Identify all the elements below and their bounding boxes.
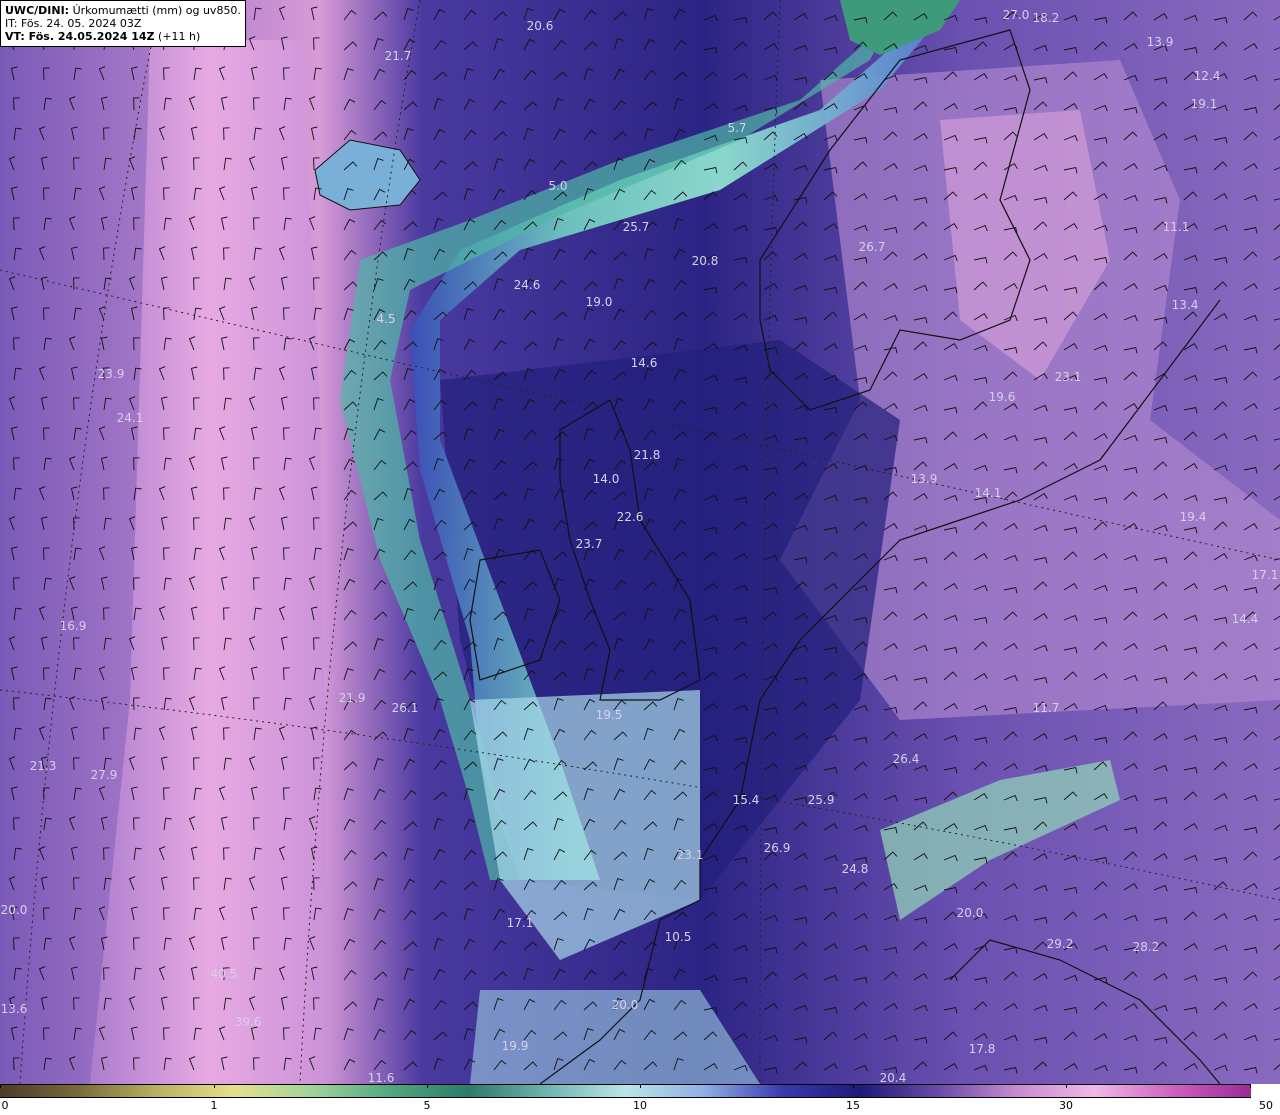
- value-label: 10.5: [665, 930, 692, 944]
- value-label: 24.1: [117, 411, 144, 425]
- value-label: 23.1: [677, 848, 704, 862]
- value-label: 5.7: [727, 121, 746, 135]
- value-label: 22.6: [617, 510, 644, 524]
- colorbar-tick-label: 30: [1059, 1099, 1073, 1112]
- vt-line: VT: Fös. 24.05.2024 14Z (+11 h): [5, 30, 241, 43]
- value-label: 21.8: [634, 448, 661, 462]
- value-label: 19.4: [1180, 510, 1207, 524]
- value-label: 24.8: [842, 862, 869, 876]
- value-label: 11.6: [368, 1071, 395, 1084]
- value-label: 20.0: [612, 998, 639, 1012]
- value-label: 14.1: [975, 486, 1002, 500]
- value-label: 14.4: [1232, 612, 1259, 626]
- map-canvas: 20.6 21.7 27.0 18.2 13.9 12.4 19.1 5.7 5.0 25.7 20…: [0, 0, 1280, 1084]
- value-label: 11.1: [1163, 220, 1190, 234]
- value-label: 20.6: [527, 19, 554, 33]
- value-label: 18.2: [1033, 11, 1060, 25]
- value-label: 20.4: [880, 1071, 907, 1084]
- value-label: 39.6: [235, 1015, 262, 1029]
- value-label: 14.0: [593, 472, 620, 486]
- value-label: 26.7: [859, 240, 886, 254]
- model-name: UWC/DINI:: [5, 4, 70, 17]
- value-label: 19.0: [586, 295, 613, 309]
- value-label: 16.9: [60, 619, 87, 633]
- value-label: 17.1: [507, 916, 534, 930]
- vt-offset: (+11 h): [154, 30, 201, 43]
- value-label: 14.6: [631, 356, 658, 370]
- title-line: UWC/DINI: Úrkomumætti (mm) og uv850.: [5, 4, 241, 17]
- value-label: 27.9: [91, 768, 118, 782]
- forecast-map: 20.6 21.7 27.0 18.2 13.9 12.4 19.1 5.7 5.0 25.7 20…: [0, 0, 1280, 1084]
- colorbar-tick-mark: [214, 1084, 215, 1088]
- value-label: 5.0: [548, 179, 567, 193]
- colorbar-tick-label: 1: [210, 1099, 218, 1112]
- value-label: 13.9: [911, 472, 938, 486]
- value-label: 20.0: [1, 903, 28, 917]
- colorbar-gradient: [0, 1084, 1251, 1098]
- value-label: 25.7: [623, 220, 650, 234]
- map-title-box: UWC/DINI: Úrkomumætti (mm) og uv850. IT:…: [0, 0, 246, 47]
- colorbar-tick-label: 0: [1, 1099, 9, 1112]
- value-label: 29.2: [1047, 937, 1074, 951]
- value-label: 26.9: [764, 841, 791, 855]
- value-label: 26.4: [893, 752, 920, 766]
- value-label: 13.9: [1147, 35, 1174, 49]
- value-label: 21.7: [385, 49, 412, 63]
- value-label: 20.8: [692, 254, 719, 268]
- value-label: 21.3: [30, 759, 57, 773]
- colorbar-tick-mark: [640, 1084, 641, 1088]
- colorbar-tick-mark: [427, 1084, 428, 1088]
- colorbar-tick-label: 10: [633, 1099, 647, 1112]
- value-label: 24.6: [514, 278, 541, 292]
- value-label: 13.4: [1172, 298, 1199, 312]
- colorbar-tick-mark: [1066, 1084, 1067, 1088]
- value-label: 4.5: [376, 312, 395, 326]
- value-label: 28.2: [1133, 940, 1160, 954]
- value-label: 20.0: [957, 906, 984, 920]
- vt-label: VT: Fös. 24.05.2024 14Z: [5, 30, 155, 43]
- colorbar-tick-label: 15: [846, 1099, 860, 1112]
- value-label: 40.5: [211, 967, 238, 981]
- value-label: 26.1: [392, 701, 419, 715]
- value-label: 21.9: [339, 691, 366, 705]
- value-label: 11.7: [1033, 701, 1060, 715]
- colorbar: 0 1 5 10 15 30 50: [0, 1084, 1280, 1115]
- value-label: 15.4: [733, 793, 760, 807]
- value-label: 17.1: [1252, 568, 1279, 582]
- value-label: 12.4: [1194, 69, 1221, 83]
- value-label: 27.0: [1003, 8, 1030, 22]
- colorbar-tick-mark: [1250, 1084, 1251, 1088]
- value-label: 13.6: [1, 1002, 28, 1016]
- colorbar-tick-mark: [853, 1084, 854, 1088]
- colorbar-tick-label: 5: [423, 1099, 431, 1112]
- value-label: 19.5: [596, 708, 623, 722]
- colorbar-tick-mark: [0, 1084, 1, 1088]
- value-label: 23.9: [98, 367, 125, 381]
- value-label: 19.6: [989, 390, 1016, 404]
- value-label: 17.8: [969, 1042, 996, 1056]
- value-label: 25.9: [808, 793, 835, 807]
- colorbar-tick-label: 50: [1259, 1099, 1273, 1112]
- it-line: IT: Fös. 24. 05. 2024 03Z: [5, 17, 142, 30]
- value-label: 23.7: [576, 537, 603, 551]
- value-label: 23.1: [1055, 370, 1082, 384]
- value-label: 19.1: [1191, 97, 1218, 111]
- value-label: 19.9: [502, 1039, 529, 1053]
- field-name: Úrkomumætti (mm) og uv850.: [69, 4, 241, 17]
